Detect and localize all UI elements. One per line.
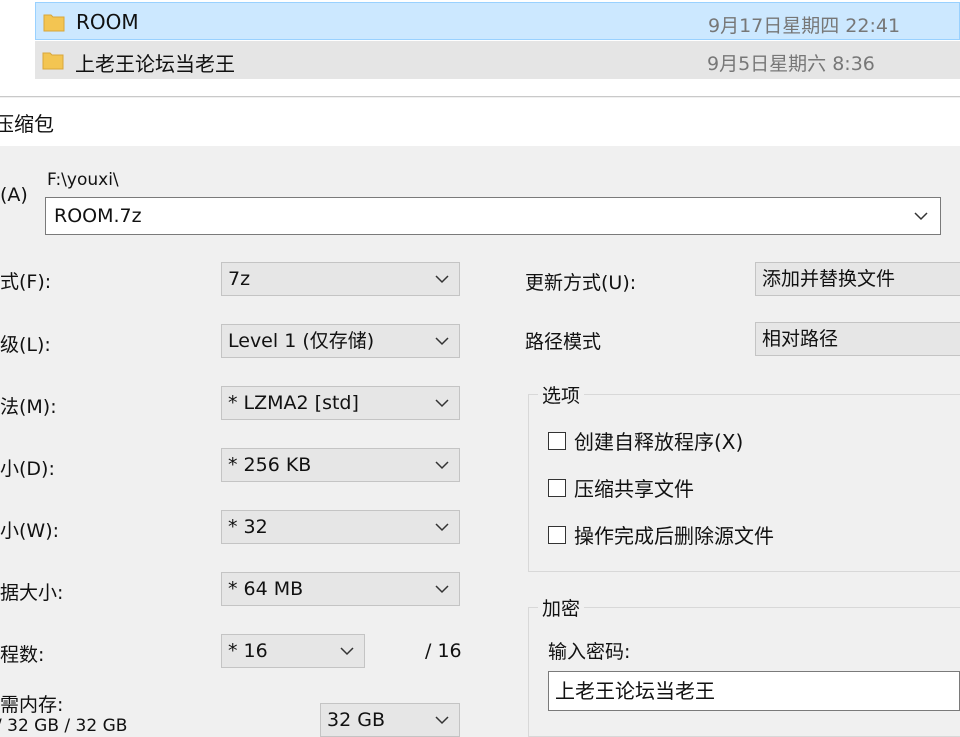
chevron-down-icon [435, 399, 449, 408]
chevron-down-icon[interactable] [914, 211, 928, 221]
threads-max: / 16 [425, 640, 462, 662]
method-value: * LZMA2 [std] [228, 392, 359, 414]
delete-after-checkbox[interactable]: 操作完成后删除源文件 [548, 520, 774, 549]
explorer-file-list: ROOM 9月17日星期四 22:41 上老王论坛当老王 9月5日星期六 8:3… [0, 0, 960, 97]
word-size-value: * 32 [228, 516, 268, 538]
update-mode-select[interactable]: 添加并替换文件 [755, 262, 960, 296]
threads-value: * 16 [228, 640, 268, 662]
file-row-room[interactable]: ROOM 9月17日星期四 22:41 [35, 2, 960, 40]
file-row-folder[interactable]: 上老王论坛当老王 9月5日星期六 8:36 [35, 41, 960, 79]
solid-block-size-value: * 64 MB [228, 578, 304, 600]
chevron-down-icon [435, 716, 449, 725]
chevron-down-icon [340, 647, 354, 656]
threads-label: 程数: [0, 644, 45, 666]
create-sfx-label: 创建自释放程序(X) [574, 430, 744, 454]
file-name: ROOM [76, 10, 139, 34]
chevron-down-icon [435, 523, 449, 532]
word-size-select[interactable]: * 32 [221, 510, 460, 544]
format-select[interactable]: 7z [221, 262, 460, 296]
checkbox-box[interactable] [548, 525, 566, 544]
path-mode-value: 相对路径 [762, 328, 839, 350]
format-label: 式(F): [0, 271, 52, 293]
dictionary-size-label: 小(D): [0, 458, 55, 480]
options-group-title: 选项 [538, 381, 585, 408]
method-label: 法(M): [0, 396, 57, 418]
delete-after-label: 操作完成后删除源文件 [574, 524, 774, 548]
memory-value: 32 GB [327, 709, 385, 731]
chevron-down-icon [435, 337, 449, 346]
level-label: 级(L): [0, 334, 51, 356]
solid-block-size-select[interactable]: * 64 MB [221, 572, 460, 606]
password-value: 上老王论坛当老王 [555, 679, 715, 703]
update-mode-label: 更新方式(U): [525, 272, 637, 294]
update-mode-value: 添加并替换文件 [762, 268, 896, 290]
archive-name-value: ROOM.7z [54, 205, 142, 227]
dialog-title-bar: 压缩包 [0, 98, 960, 146]
format-value: 7z [228, 268, 251, 290]
dictionary-size-value: * 256 KB [228, 454, 312, 476]
password-input[interactable]: 上老王论坛当老王 [548, 671, 960, 711]
chevron-down-icon [435, 585, 449, 594]
folder-icon [43, 14, 65, 32]
password-label: 输入密码: [548, 641, 631, 663]
folder-icon [42, 52, 64, 70]
solid-block-size-label: 据大小: [0, 582, 64, 604]
file-date: 9月5日星期六 8:36 [707, 53, 875, 75]
level-value: Level 1 (仅存储) [228, 330, 375, 352]
memory-usage: / 32 GB / 32 GB [0, 716, 128, 736]
path-mode-label: 路径模式 [525, 331, 602, 353]
checkbox-box[interactable] [548, 431, 566, 450]
file-name: 上老王论坛当老王 [75, 52, 235, 76]
checkbox-box[interactable] [548, 478, 566, 497]
dialog-title: 压缩包 [0, 112, 54, 136]
path-mode-select[interactable]: 相对路径 [755, 322, 960, 356]
memory-select[interactable]: 32 GB [320, 703, 460, 737]
archive-path: F:\youxi\ [47, 170, 119, 190]
method-select[interactable]: * LZMA2 [std] [221, 386, 460, 420]
level-select[interactable]: Level 1 (仅存储) [221, 324, 460, 358]
file-date: 9月17日星期四 22:41 [708, 15, 901, 37]
chevron-down-icon [435, 461, 449, 470]
create-sfx-checkbox[interactable]: 创建自释放程序(X) [548, 426, 743, 455]
threads-select[interactable]: * 16 [221, 634, 365, 668]
compress-shared-label: 压缩共享文件 [574, 477, 694, 501]
word-size-label: 小(W): [0, 520, 60, 542]
dictionary-size-select[interactable]: * 256 KB [221, 448, 460, 482]
memory-label: 需内存: [0, 694, 64, 716]
encryption-group-title: 加密 [538, 594, 585, 621]
archive-label: (A) [0, 184, 28, 206]
archive-name-combobox[interactable]: ROOM.7z [45, 197, 941, 235]
compress-shared-checkbox[interactable]: 压缩共享文件 [548, 473, 694, 502]
chevron-down-icon [435, 275, 449, 284]
